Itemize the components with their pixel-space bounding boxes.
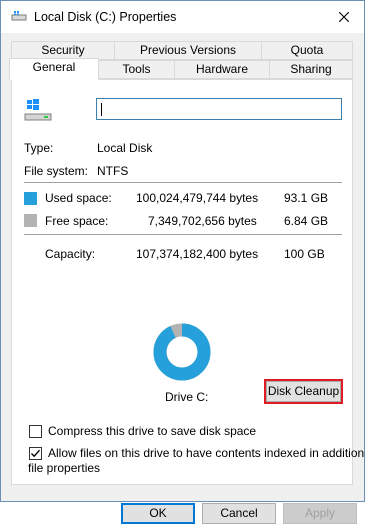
tab-label: General [32,60,76,74]
free-space-swatch [24,214,37,227]
free-space-label: Free space: [45,214,109,228]
separator [24,234,342,235]
free-space-size: 6.84 GB [284,214,329,228]
disk-cleanup-label: Disk Cleanup [267,384,340,398]
tab-label: Tools [122,62,151,76]
tab-general[interactable]: General [9,58,99,80]
checkmark-icon [31,449,41,458]
used-space-swatch [24,192,37,205]
separator [24,182,342,183]
cancel-button[interactable]: Cancel [202,503,276,524]
tab-tools[interactable]: Tools [98,60,175,79]
drive-icon [24,99,52,121]
file-system-value: NTFS [97,164,129,178]
used-space-size: 93.1 GB [284,191,329,205]
tab-label: Security [41,43,85,57]
capacity-bytes: 107,374,182,400 bytes [136,247,259,261]
apply-label: Apply [304,506,336,520]
dialog-body: Security Previous Versions Quota General… [1,33,365,524]
ok-button[interactable]: OK [121,503,195,524]
disk-usage-donut [153,323,211,381]
capacity-size: 100 GB [284,247,325,261]
used-space-ring [153,323,211,381]
index-checkbox[interactable] [29,447,42,460]
close-button[interactable] [330,5,358,29]
window-title: Local Disk (C:) Properties [34,10,177,24]
title-bar: Local Disk (C:) Properties [1,1,364,33]
close-icon [339,12,349,22]
tab-label: Sharing [290,62,332,76]
file-system-label: File system: [24,164,89,178]
properties-window: Local Disk (C:) Properties Security Prev… [0,0,365,524]
drive-label: Drive C: [165,390,209,404]
free-space-bytes: 7,349,702,656 bytes [148,214,257,228]
cancel-label: Cancel [220,506,258,520]
type-label: Type: [24,141,54,155]
used-space-bytes: 100,024,479,744 bytes [136,191,259,205]
ok-label: OK [149,506,167,520]
apply-button[interactable]: Apply [283,503,357,524]
index-label-line1: Allow files on this drive to have conten… [48,446,365,460]
disk-cleanup-button[interactable]: Disk Cleanup [264,379,343,404]
tab-label: Hardware [195,62,249,76]
used-space-label: Used space: [45,191,112,205]
tab-label: Previous Versions [139,43,237,57]
drive-name-input[interactable] [96,98,342,120]
compress-checkbox[interactable] [29,425,42,438]
text-caret [101,103,102,116]
compress-label: Compress this drive to save disk space [48,424,257,438]
general-tab-panel: Type: Local Disk File system: NTFS Used … [11,79,365,485]
tab-previous-versions[interactable]: Previous Versions [114,41,262,60]
tab-label: Quota [290,43,324,57]
type-value: Local Disk [97,141,153,155]
tab-quota[interactable]: Quota [261,41,353,60]
index-label-line2: file properties [28,461,101,475]
capacity-label: Capacity: [45,247,96,261]
tab-hardware[interactable]: Hardware [174,60,270,79]
tab-sharing[interactable]: Sharing [269,60,353,79]
drive-title-icon [11,11,27,21]
